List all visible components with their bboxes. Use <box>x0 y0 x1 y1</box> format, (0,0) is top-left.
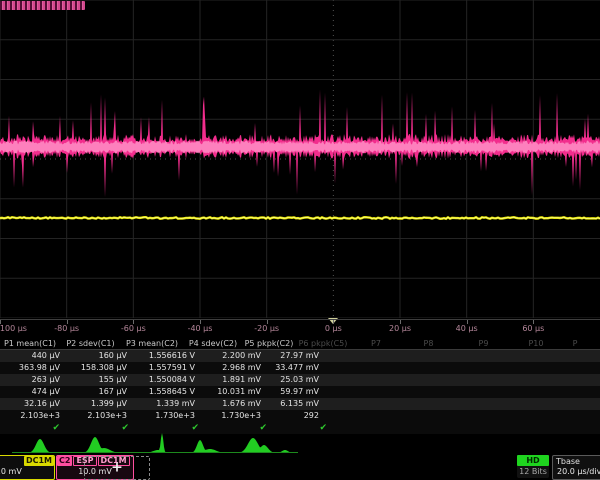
plus-icon: + <box>111 460 123 476</box>
measure-row-sdev: 32.16 µV 1.399 µV 1.339 mV 1.676 mV 6.13… <box>0 398 600 410</box>
measure-row-num: 2.103e+3 2.103e+3 1.730e+3 1.730e+3 292 <box>0 410 600 422</box>
axis-tick <box>67 320 68 324</box>
p9-header[interactable]: P9 <box>456 338 511 349</box>
waveform-grid[interactable] <box>0 0 600 318</box>
value-cell: 440 µV <box>0 350 66 362</box>
p5-header[interactable]: P5 pkpk(C2) <box>243 338 295 349</box>
axis-tick <box>533 320 534 324</box>
value-cell: 2.200 mV <box>201 350 267 362</box>
c1-scale-value: 50.0 mV <box>0 467 54 476</box>
measure-row-mean: 363.98 µV 158.308 µV 1.557591 V 2.968 mV… <box>0 362 600 374</box>
oscilloscope-screen: -100 µs -80 µs -60 µs -40 µs -20 µs 0 µs 20 µs… <box>0 0 600 480</box>
c1-coupling-tag: DC1M <box>24 456 54 466</box>
histicon-strip[interactable] <box>0 432 600 454</box>
axis-tick-label: 60 µs <box>522 324 544 333</box>
min-cell: 25.03 mV <box>267 374 325 386</box>
histicon-p3[interactable] <box>144 433 176 453</box>
hd-bits-label: 12 Bits <box>517 466 549 477</box>
num-cell: 1.730e+3 <box>133 410 201 422</box>
num-cell: 2.103e+3 <box>0 410 66 422</box>
measurement-table: P1 mean(C1) P2 sdev(C1) P3 mean(C2) P4 s… <box>0 338 600 434</box>
mean-cell: 158.308 µV <box>66 362 133 374</box>
p4-header[interactable]: P4 sdev(C2) <box>183 338 243 349</box>
tbase-value: 20.0 µs/div <box>553 467 600 476</box>
measure-header-row: P1 mean(C1) P2 sdev(C1) P3 mean(C2) P4 s… <box>0 338 600 350</box>
axis-tick <box>0 320 1 324</box>
p1-header[interactable]: P1 mean(C1) <box>0 338 60 349</box>
sdev-cell: 32.16 µV <box>0 398 66 410</box>
mean-cell: 363.98 µV <box>0 362 66 374</box>
sdev-cell: 1.399 µV <box>66 398 133 410</box>
descriptor-bar: DC1M 50.0 mV C2 ESP DC1M 10.0 mV + HD 12… <box>0 455 600 480</box>
histicon-p5[interactable] <box>239 438 299 453</box>
sdev-cell: 6.135 mV <box>267 398 325 410</box>
time-axis: -100 µs -80 µs -60 µs -40 µs -20 µs 0 µs 20 µs… <box>0 318 600 338</box>
min-cell: 1.550084 V <box>133 374 201 386</box>
axis-tick <box>400 320 401 324</box>
num-cell: 1.730e+3 <box>201 410 267 422</box>
sdev-cell: 1.676 mV <box>201 398 267 410</box>
measure-row-max: 474 µV 167 µV 1.558645 V 10.031 mV 59.97… <box>0 386 600 398</box>
trace-layer <box>0 0 600 318</box>
max-cell: 59.97 mV <box>267 386 325 398</box>
p6-header[interactable]: P6 pkpk(C5) <box>295 338 351 349</box>
axis-tick <box>200 320 201 324</box>
num-cell: 2.103e+3 <box>66 410 133 422</box>
hd-mode-indicator[interactable]: HD 12 Bits <box>517 455 549 478</box>
num-cell: 292 <box>267 410 325 422</box>
measure-row-value: 440 µV 160 µV 1.556616 V 2.200 mV 27.97 … <box>0 350 600 362</box>
min-cell: 263 µV <box>0 374 66 386</box>
axis-tick-label: 40 µs <box>456 324 478 333</box>
value-cell: 27.97 mV <box>267 350 325 362</box>
timebase-descriptor[interactable]: Tbase 20.0 µs/div <box>552 455 600 480</box>
axis-tick <box>267 320 268 324</box>
max-cell: 167 µV <box>66 386 133 398</box>
axis-tick <box>333 320 334 324</box>
p7-header[interactable]: P7 <box>351 338 401 349</box>
hd-badge: HD <box>517 455 549 466</box>
p2-header[interactable]: P2 sdev(C1) <box>60 338 121 349</box>
c1-channel-descriptor[interactable]: DC1M 50.0 mV <box>0 455 55 480</box>
histicon-p2[interactable] <box>81 437 118 453</box>
value-cell: 1.556616 V <box>133 350 201 362</box>
add-trace-button[interactable]: + <box>84 456 150 480</box>
value-cell: 160 µV <box>66 350 133 362</box>
p3-header[interactable]: P3 mean(C2) <box>121 338 183 349</box>
p10-header[interactable]: P10 <box>511 338 561 349</box>
c2-channel-tag: C2 <box>57 456 72 466</box>
max-cell: 474 µV <box>0 386 66 398</box>
c2-trace-annotation <box>0 1 85 10</box>
tbase-label: Tbase <box>553 456 600 466</box>
max-cell: 10.031 mV <box>201 386 267 398</box>
measure-row-min: 263 µV 155 µV 1.550084 V 1.891 mV 25.03 … <box>0 374 600 386</box>
mean-cell: 2.968 mV <box>201 362 267 374</box>
axis-baseline <box>0 319 600 320</box>
axis-tick-label: 0 µs <box>325 324 342 333</box>
histicon-baseline <box>12 452 298 453</box>
min-cell: 1.891 mV <box>201 374 267 386</box>
histicon-p1[interactable] <box>26 439 54 453</box>
p11-header-clipped: P <box>561 338 589 349</box>
mean-cell: 1.557591 V <box>133 362 201 374</box>
axis-tick-label: -80 µs <box>54 324 79 333</box>
min-cell: 155 µV <box>66 374 133 386</box>
axis-tick-label: 20 µs <box>389 324 411 333</box>
axis-tick-label: -60 µs <box>121 324 146 333</box>
max-cell: 1.558645 V <box>133 386 201 398</box>
sdev-cell: 1.339 mV <box>133 398 201 410</box>
axis-tick <box>467 320 468 324</box>
axis-tick <box>133 320 134 324</box>
axis-tick-label: -20 µs <box>254 324 279 333</box>
axis-tick-label: -40 µs <box>188 324 213 333</box>
mean-cell: 33.477 mV <box>267 362 325 374</box>
axis-tick-label: -100 µs <box>0 324 27 333</box>
p8-header[interactable]: P8 <box>401 338 456 349</box>
